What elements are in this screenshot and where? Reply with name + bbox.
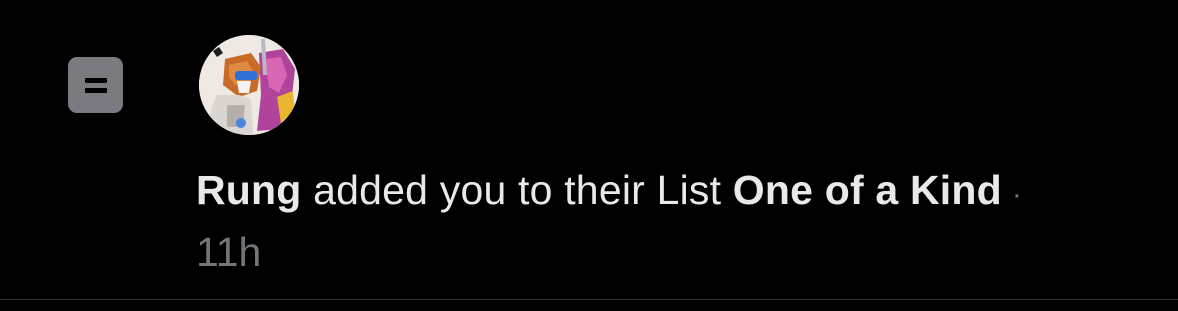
- divider: [0, 299, 1178, 300]
- separator-dot: ·: [1011, 178, 1023, 211]
- user-avatar[interactable]: [199, 35, 299, 135]
- avatar-image: [199, 35, 299, 135]
- notification-message: Rung added you to their List One of a Ki…: [196, 166, 1166, 219]
- action-text: added you to their List: [301, 167, 733, 213]
- list-name-link[interactable]: One of a Kind: [733, 167, 1002, 213]
- user-name-link[interactable]: Rung: [196, 167, 302, 213]
- timestamp: 11h: [196, 229, 262, 275]
- list-notification[interactable]: Rung added you to their List One of a Ki…: [0, 0, 1178, 299]
- list-icon: [68, 57, 123, 113]
